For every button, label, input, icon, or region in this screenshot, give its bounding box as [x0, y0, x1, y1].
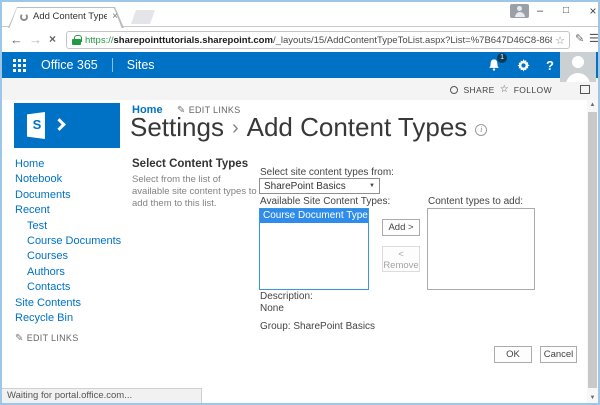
settings-gear-button[interactable]: [517, 59, 530, 72]
pencil-icon: ✎: [15, 333, 24, 344]
title-separator: ›: [232, 117, 239, 139]
sidebar-item-home[interactable]: Home: [15, 157, 127, 172]
sidebar-item-test[interactable]: Test: [15, 219, 127, 234]
sidebar-item-authors[interactable]: Authors: [15, 265, 127, 280]
edit-links-sidebar[interactable]: ✎EDIT LINKS: [15, 333, 79, 344]
browser-toolbar: ← → × https:// sharepointtutorials.share…: [2, 28, 598, 52]
sidebar-item-recent[interactable]: Recent: [15, 203, 127, 218]
sidebar-item-recycle-bin[interactable]: Recycle Bin: [15, 311, 127, 326]
share-button[interactable]: SHARE: [463, 85, 494, 95]
tab-title: Add Content Types: [33, 11, 107, 22]
section-description: Select from the list of available site c…: [132, 174, 258, 210]
browser-profile-button[interactable]: [510, 4, 529, 18]
cancel-button[interactable]: Cancel: [540, 346, 577, 363]
browser-tab[interactable]: Add Content Types ×: [8, 7, 124, 28]
help-button[interactable]: ?: [546, 58, 554, 73]
title-page-name: Add Content Types: [247, 112, 468, 142]
browser-window: Add Content Types × – □ × ← → × https://…: [0, 0, 600, 405]
user-avatar[interactable]: [560, 52, 596, 82]
window-minimize-button[interactable]: –: [532, 2, 548, 20]
section-title: Select Content Types: [132, 158, 248, 170]
sharepoint-site-logo[interactable]: S: [14, 103, 120, 148]
focus-on-content-icon[interactable]: [580, 85, 590, 94]
bookmark-star-icon[interactable]: ☆: [555, 34, 565, 47]
office365-brand-link[interactable]: Office 365: [41, 58, 98, 72]
info-icon[interactable]: i: [475, 124, 487, 136]
window-maximize-button[interactable]: □: [558, 2, 574, 20]
url-path: /_layouts/15/AddContentTypeToList.aspx?L…: [273, 35, 552, 46]
logo-letter: S: [28, 117, 46, 132]
extension-icon[interactable]: ✎: [575, 32, 584, 45]
select-source-label: Select site content types from:: [260, 167, 394, 178]
url-scheme: https://: [85, 35, 114, 46]
gear-icon: [517, 59, 530, 72]
edit-links-sidebar-label: EDIT LINKS: [27, 333, 79, 343]
share-icon: [450, 86, 458, 94]
tab-close-icon[interactable]: ×: [112, 11, 118, 22]
vertical-scrollbar[interactable]: ▲ ▼: [587, 100, 598, 403]
page-title: Settings › Add Content Types i: [130, 112, 487, 143]
suite-divider: [112, 58, 113, 72]
back-icon[interactable]: ←: [10, 31, 23, 48]
scrollbar-thumb[interactable]: [588, 112, 597, 388]
https-padlock-icon: [72, 35, 81, 45]
add-button[interactable]: Add >: [382, 219, 420, 236]
list-item-selected[interactable]: Course Document Type: [260, 209, 368, 223]
loading-spinner-icon: [20, 13, 28, 21]
types-to-add-label: Content types to add:: [428, 196, 523, 207]
remove-button: <Remove: [382, 246, 420, 272]
scroll-up-icon[interactable]: ▲: [587, 102, 598, 108]
ribbon-row: SHARE ☆ FOLLOW: [2, 78, 598, 100]
title-settings[interactable]: Settings: [130, 112, 224, 142]
types-to-add-listbox[interactable]: [427, 208, 535, 290]
forward-icon: →: [29, 31, 42, 48]
remove-button-label: Remove: [383, 260, 418, 271]
sidebar-item-documents[interactable]: Documents: [15, 188, 127, 203]
sidebar-item-contacts[interactable]: Contacts: [15, 280, 127, 295]
logo-chevron-icon: [53, 118, 66, 131]
office365-suite-bar: Office 365 Sites 1 ?: [2, 52, 598, 78]
stop-loading-icon[interactable]: ×: [49, 31, 56, 48]
group-text: Group: SharePoint Basics: [260, 321, 375, 332]
sites-link[interactable]: Sites: [127, 58, 155, 72]
tab-strip: Add Content Types × – □ ×: [2, 2, 598, 27]
sidebar-item-site-contents[interactable]: Site Contents: [15, 296, 127, 311]
available-types-listbox[interactable]: Course Document Type: [259, 208, 369, 290]
new-tab-button[interactable]: [131, 10, 155, 24]
app-launcher-icon[interactable]: [13, 59, 26, 72]
chevron-down-icon: ▼: [369, 183, 375, 189]
window-close-button[interactable]: ×: [585, 2, 600, 20]
follow-star-icon: ☆: [500, 84, 509, 95]
available-types-label: Available Site Content Types:: [260, 196, 390, 207]
url-domain: sharepointtutorials.sharepoint.com: [114, 35, 273, 46]
content-type-group-select[interactable]: SharePoint Basics ▼: [259, 178, 380, 194]
remove-button-arrow: <: [398, 249, 404, 260]
sidebar-item-notebook[interactable]: Notebook: [15, 172, 127, 187]
scroll-down-icon[interactable]: ▼: [587, 395, 598, 401]
sidebar-item-course-documents[interactable]: Course Documents: [15, 234, 127, 249]
sidebar-nav: Home Notebook Documents Recent Test Cour…: [15, 157, 127, 326]
select-value: SharePoint Basics: [264, 181, 346, 192]
description-label: Description:: [260, 291, 313, 302]
ok-button[interactable]: OK: [494, 346, 532, 363]
notification-badge: 1: [497, 53, 507, 63]
browser-menu-icon[interactable]: ☰: [589, 32, 599, 45]
status-bar: Waiting for portal.office.com...: [2, 388, 202, 403]
description-value: None: [260, 303, 284, 314]
notifications-button[interactable]: 1: [487, 58, 501, 72]
follow-button[interactable]: FOLLOW: [514, 85, 552, 95]
sidebar-item-courses[interactable]: Courses: [15, 249, 127, 264]
address-bar[interactable]: https:// sharepointtutorials.sharepoint.…: [66, 31, 570, 49]
